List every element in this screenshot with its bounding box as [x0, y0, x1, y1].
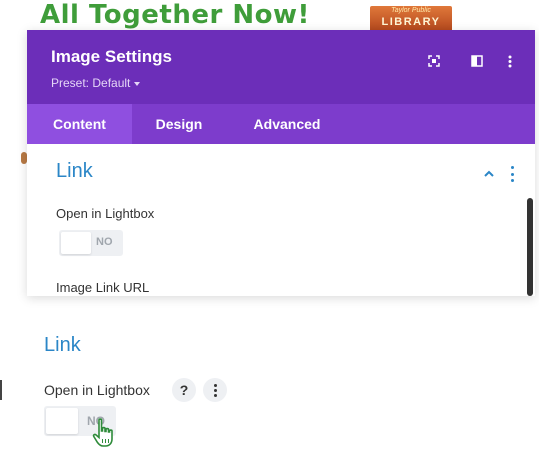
dot [213, 388, 217, 392]
dot [213, 383, 217, 387]
dot [510, 179, 514, 182]
zoom-open-in-lightbox-label: Open in Lightbox [44, 382, 150, 398]
dot [510, 172, 514, 176]
library-badge: Taylor Public LIBRARY [370, 6, 452, 32]
zoom-section-title-link[interactable]: Link [44, 334, 81, 357]
field-more-icon[interactable] [203, 378, 227, 402]
tab-bar: Content Design Advanced [27, 104, 535, 144]
zoomed-detail: Link Open in Lightbox ? NO [0, 300, 539, 462]
screenshot-icon[interactable] [425, 52, 443, 70]
section-more-icon[interactable] [508, 166, 516, 182]
tab-content[interactable]: Content [27, 104, 132, 144]
toggle-knob [46, 408, 78, 434]
preset-label: Preset: Default [51, 76, 131, 90]
dot [213, 393, 217, 397]
modal-body: Link Open in Lightbox NO Image Link URL [27, 144, 535, 296]
chevron-up-icon[interactable] [483, 168, 495, 178]
screenshot-stage: All Together Now! Taylor Public LIBRARY … [0, 0, 539, 462]
preset-selector[interactable]: Preset: Default [51, 76, 141, 90]
dot [510, 166, 514, 169]
more-vertical-icon[interactable] [501, 52, 519, 70]
image-link-url-label: Image Link URL [56, 280, 150, 295]
edge-fragment [0, 380, 3, 400]
tab-advanced[interactable]: Advanced [235, 104, 339, 144]
image-settings-modal: Image Settings Preset: Default Content D… [27, 30, 535, 296]
library-badge-word: LIBRARY [381, 16, 441, 28]
open-in-lightbox-toggle[interactable]: NO [59, 230, 123, 256]
open-in-lightbox-label: Open in Lightbox [56, 206, 155, 221]
toggle-state: NO [96, 236, 113, 248]
tab-design[interactable]: Design [139, 104, 219, 144]
section-title-link[interactable]: Link [56, 160, 93, 183]
library-badge-script: Taylor Public [391, 7, 431, 14]
background-headline: All Together Now! [40, 0, 310, 30]
split-view-icon[interactable] [468, 52, 486, 70]
help-icon[interactable]: ? [172, 378, 196, 402]
caret-down-icon [134, 81, 141, 86]
hand-cursor-icon [92, 418, 113, 447]
modal-title: Image Settings [51, 47, 172, 66]
modal-header: Image Settings Preset: Default [27, 30, 535, 104]
scrollbar[interactable] [527, 198, 533, 296]
toggle-knob [61, 232, 91, 254]
